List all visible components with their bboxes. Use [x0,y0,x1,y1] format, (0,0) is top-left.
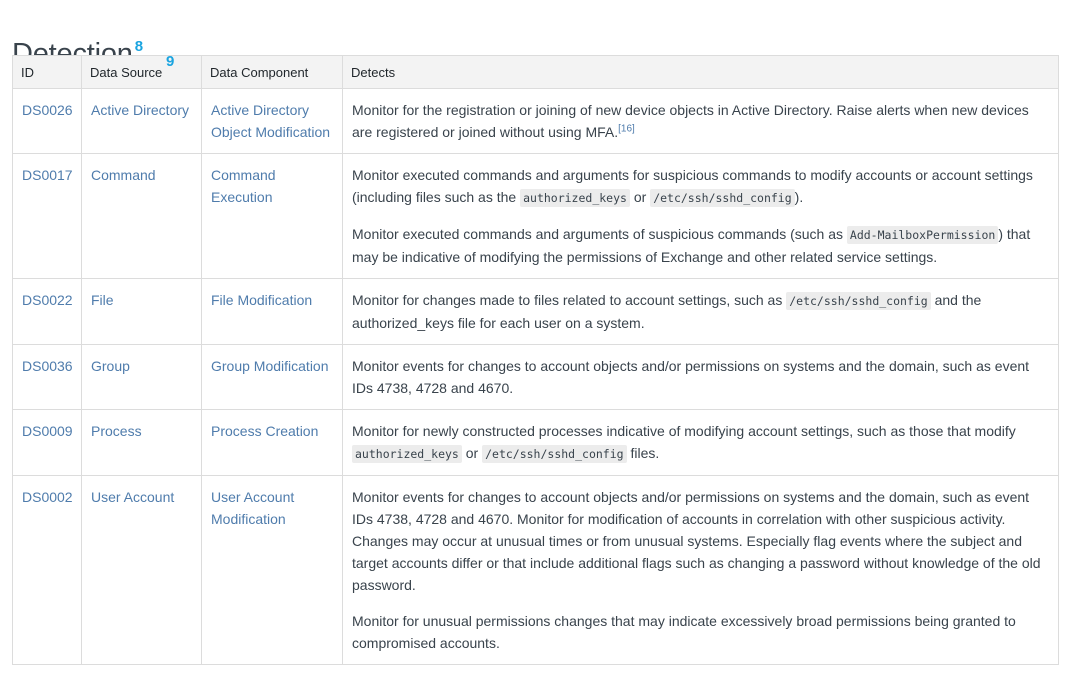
detection-table: ID Data Source 9 Data Component Detects D… [12,53,1059,665]
row-data-source-link[interactable]: User Account [81,475,202,665]
row-id-link[interactable]: DS0036 [12,344,82,410]
detects-paragraph: Monitor for newly constructed processes … [352,420,1049,465]
header-data-component: Data Component [201,55,343,89]
code-snippet: /etc/ssh/sshd_config [482,445,627,463]
detects-paragraph: Monitor executed commands and arguments … [352,164,1049,209]
row-data-source-link[interactable]: Active Directory [81,88,202,154]
row-data-source-link[interactable]: Process [81,409,202,476]
row-data-source-link[interactable]: File [81,278,202,345]
row-id-link[interactable]: DS0009 [12,409,82,476]
code-snippet: /etc/ssh/sshd_config [786,292,931,310]
table-header-row: ID Data Source 9 Data Component Detects [12,53,1059,89]
row-detects-cell: Monitor for newly constructed processes … [342,409,1059,476]
table-row: DS0002 User Account User Account Modific… [12,475,1059,665]
detects-text: Monitor for unusual permissions changes … [352,613,1016,651]
detects-text: ). [794,189,804,205]
table-row: DS0017 Command Command Execution Monitor… [12,153,1059,279]
code-snippet: /etc/ssh/sshd_config [650,189,795,207]
detects-text: Monitor events for changes to account ob… [352,489,1041,593]
detects-paragraph: Monitor executed commands and arguments … [352,223,1049,268]
detects-paragraph: Monitor for unusual permissions changes … [352,610,1049,654]
row-id-link[interactable]: DS0017 [12,153,82,279]
table-row: DS0036 Group Group Modification Monitor … [12,344,1059,410]
detects-paragraph: Monitor events for changes to account ob… [352,355,1049,399]
row-data-component-link[interactable]: File Modification [201,278,343,345]
row-detects-cell: Monitor for the registration or joining … [342,88,1059,154]
detects-paragraph: Monitor for changes made to files relate… [352,289,1049,334]
row-detects-cell: Monitor events for changes to account ob… [342,344,1059,410]
header-data-source: Data Source 9 [81,53,202,89]
row-data-component-link[interactable]: Process Creation [201,409,343,476]
table-row: DS0022 File File Modification Monitor fo… [12,278,1059,345]
detects-text: Monitor for newly constructed processes … [352,423,1016,439]
detects-text: Monitor for the registration or joining … [352,102,1029,140]
row-data-source-link[interactable]: Group [81,344,202,410]
row-data-component-link[interactable]: Group Modification [201,344,343,410]
header-data-source-footnote[interactable]: 9 [166,53,174,70]
detects-paragraph: Monitor events for changes to account ob… [352,486,1049,596]
row-id-link[interactable]: DS0002 [12,475,82,665]
code-snippet: authorized_keys [520,189,630,207]
row-id-link[interactable]: DS0022 [12,278,82,345]
header-detects: Detects [342,55,1059,89]
code-snippet: Add-MailboxPermission [846,226,999,244]
detects-text: Monitor for changes made to files relate… [352,292,787,308]
row-detects-cell: Monitor events for changes to account ob… [342,475,1059,665]
detects-text: or [629,189,651,205]
code-snippet: authorized_keys [352,445,462,463]
row-detects-cell: Monitor executed commands and arguments … [342,153,1059,279]
row-id-link[interactable]: DS0026 [12,88,82,154]
section-title-footnote[interactable]: 8 [135,38,143,55]
detects-text: files. [626,445,660,461]
header-id: ID [12,55,82,89]
row-detects-cell: Monitor for changes made to files relate… [342,278,1059,345]
detects-text: Monitor executed commands and arguments … [352,226,847,242]
table-row: DS0026 Active Directory Active Directory… [12,88,1059,154]
detects-paragraph: Monitor for the registration or joining … [352,99,1049,143]
row-data-component-link[interactable]: Active Directory Object Modification [201,88,343,154]
header-data-source-label: Data Source [90,64,163,80]
table-row: DS0009 Process Process Creation Monitor … [12,409,1059,476]
row-data-component-link[interactable]: Command Execution [201,153,343,279]
row-data-component-link[interactable]: User Account Modification [201,475,343,665]
detects-text: Monitor events for changes to account ob… [352,358,1030,396]
detects-text: or [461,445,483,461]
row-data-source-link[interactable]: Command [81,153,202,279]
reference-link[interactable]: [16] [618,123,635,134]
